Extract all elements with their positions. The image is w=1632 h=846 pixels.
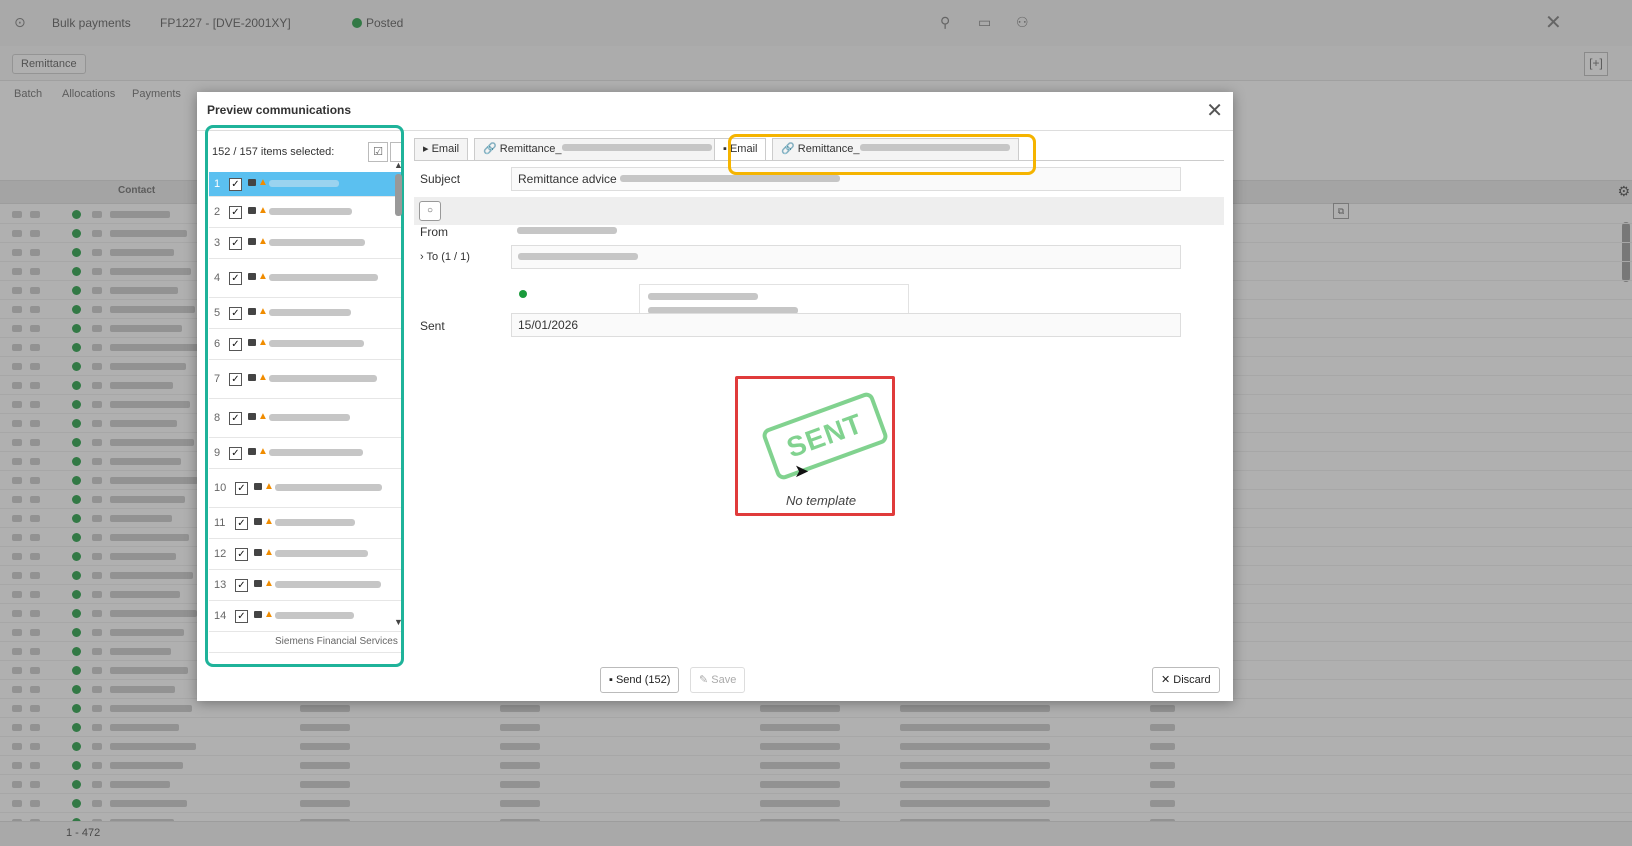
- save-button[interactable]: ✎ Save: [690, 667, 746, 693]
- subject-label: Subject: [420, 172, 461, 186]
- items-highlight: [205, 125, 404, 667]
- to-field: [511, 245, 1181, 269]
- tab-remittance-1[interactable]: 🔗 Remittance_: [474, 138, 721, 160]
- tab-email-1[interactable]: ▸ Email: [414, 138, 469, 160]
- sent-field: 15/01/2026: [511, 313, 1181, 337]
- sent-stamp: SENT: [760, 390, 890, 482]
- scroll-thumb[interactable]: [395, 174, 402, 216]
- from-value: [511, 220, 867, 242]
- stamp-highlight: SENT No template ➤: [735, 376, 895, 516]
- status-dot-icon: [519, 290, 527, 298]
- items-scrollbar[interactable]: ▲ ▼: [393, 160, 405, 627]
- cursor-icon: ➤: [794, 461, 810, 481]
- no-template-text: No template: [785, 493, 857, 508]
- sent-label: Sent: [420, 319, 445, 333]
- mail-icon: ▪: [723, 143, 727, 155]
- tabs-highlight: [728, 134, 1036, 175]
- toggle-icon[interactable]: ○: [419, 201, 441, 221]
- from-label: From: [420, 225, 448, 239]
- scroll-up-icon[interactable]: ▲: [394, 160, 403, 170]
- scroll-down-icon[interactable]: ▼: [394, 617, 403, 627]
- discard-button[interactable]: ✕ Discard: [1152, 667, 1220, 693]
- dialog-title: Preview communications: [207, 103, 352, 117]
- send-button[interactable]: ▪ Send (152): [600, 667, 680, 693]
- close-icon[interactable]: ✕: [1206, 98, 1223, 123]
- to-label[interactable]: › To (1 / 1): [420, 251, 470, 263]
